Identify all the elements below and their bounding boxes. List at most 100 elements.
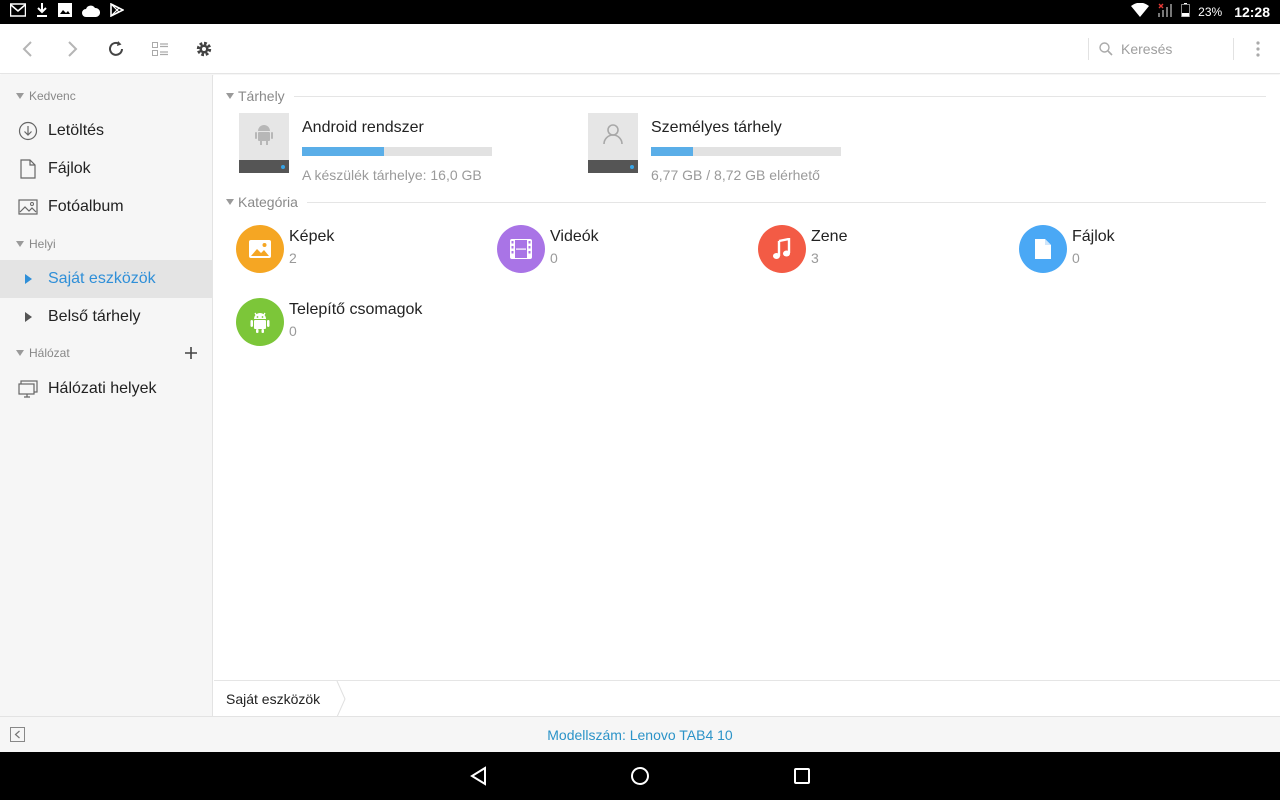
refresh-icon	[109, 41, 123, 56]
category-icon-circle	[758, 225, 806, 273]
sidebar-section-kedvenc[interactable]: Kedvenc	[16, 87, 76, 105]
search-box[interactable]	[1088, 38, 1234, 60]
storage-usage-bar	[651, 147, 841, 156]
plus-icon	[185, 347, 197, 359]
category-icon-circle	[236, 225, 284, 273]
drive-led	[630, 165, 634, 169]
status-left-icons	[9, 2, 125, 22]
search-input[interactable]	[1121, 41, 1231, 57]
sidebar-item-label: Belső tárhely	[48, 308, 141, 325]
collapse-triangle-icon	[16, 93, 24, 99]
breadcrumb: Saját eszközök	[214, 680, 1280, 717]
sidebar-item-halozati-helyek[interactable]: Hálózati helyek	[0, 370, 213, 408]
category-name: Képek	[289, 228, 335, 245]
settings-icon	[196, 41, 212, 57]
category-kepek[interactable]: Képek 2	[236, 223, 476, 275]
sidebar-item-fotoalbum[interactable]: Fotóalbum	[0, 188, 213, 226]
category-name: Zene	[811, 228, 848, 245]
sidebar-item-label: Letöltés	[48, 122, 105, 139]
cloud-icon	[82, 4, 101, 22]
sidebar-item-label: Saját eszközök	[48, 270, 156, 287]
gmail-icon	[9, 3, 27, 22]
category-icon-circle	[497, 225, 545, 273]
storage-android-system[interactable]: Android rendszer A készülék tárhelye: 16…	[239, 113, 539, 185]
signal-icon	[1157, 3, 1173, 20]
music-note-icon	[773, 238, 791, 259]
category-fajlok[interactable]: Fájlok 0	[1019, 223, 1259, 275]
storage-personal[interactable]: Személyes tárhely 6,77 GB / 8,72 GB elér…	[588, 113, 888, 185]
document-icon	[1035, 239, 1051, 259]
storage-usage-bar	[302, 147, 492, 156]
forward-icon	[68, 41, 78, 57]
back-icon	[22, 41, 32, 57]
category-videok[interactable]: Videók 0	[497, 223, 737, 275]
search-icon	[1099, 42, 1113, 56]
category-count: 0	[550, 250, 558, 266]
sidebar: Kedvenc Letöltés Fájlok Fotóalbum Helyi …	[0, 75, 213, 716]
breadcrumb-item[interactable]: Saját eszközök	[226, 691, 320, 707]
add-network-button[interactable]	[185, 344, 197, 362]
more-button[interactable]	[1245, 36, 1271, 62]
back-triangle-icon	[470, 766, 486, 786]
view-toggle-button[interactable]	[147, 36, 173, 62]
divider	[307, 202, 1266, 203]
storage-usage-fill	[651, 147, 693, 156]
home-circle-icon	[631, 767, 649, 785]
toolbar	[0, 24, 1280, 74]
category-count: 0	[1072, 250, 1080, 266]
battery-percent: 23%	[1198, 4, 1223, 19]
sidebar-item-label: Hálózati helyek	[48, 380, 157, 397]
category-section-heading[interactable]: Kategória	[226, 194, 298, 210]
android-icon	[250, 312, 270, 333]
divider	[294, 96, 1266, 97]
nav-back-button[interactable]	[466, 764, 490, 788]
category-zene[interactable]: Zene 3	[758, 223, 998, 275]
storage-name: Személyes tárhely	[651, 119, 782, 136]
clock: 12:28	[1234, 3, 1270, 20]
refresh-button[interactable]	[103, 36, 129, 62]
collapse-triangle-icon	[226, 93, 234, 99]
sidebar-section-label: Kedvenc	[29, 89, 76, 103]
storage-section-heading[interactable]: Tárhely	[226, 88, 285, 104]
back-button[interactable]	[15, 36, 41, 62]
model-bar: Modellszám: Lenovo TAB4 10	[0, 716, 1280, 752]
drive-icon	[588, 113, 638, 173]
photo-icon	[18, 197, 38, 217]
view-toggle-icon	[152, 42, 168, 56]
section-title: Tárhely	[238, 88, 285, 104]
category-count: 0	[289, 323, 297, 339]
sidebar-item-sajat-eszkozok[interactable]: Saját eszközök	[0, 260, 213, 298]
nav-recents-button[interactable]	[790, 764, 814, 788]
recents-square-icon	[794, 768, 810, 784]
more-icon	[1256, 41, 1260, 57]
model-number: Modellszám: Lenovo TAB4 10	[547, 727, 733, 743]
sidebar-item-letoltes[interactable]: Letöltés	[0, 112, 213, 150]
settings-button[interactable]	[191, 36, 217, 62]
sidebar-section-halozat[interactable]: Hálózat	[16, 344, 70, 362]
sidebar-item-fajlok[interactable]: Fájlok	[0, 150, 213, 188]
sidebar-section-label: Hálózat	[29, 346, 70, 360]
category-telepito-csomagok[interactable]: Telepítő csomagok 0	[236, 296, 476, 348]
nav-home-button[interactable]	[628, 764, 652, 788]
collapse-triangle-icon	[226, 199, 234, 205]
main-content: Tárhely Android rendszer A készülék tárh…	[214, 75, 1280, 680]
storage-detail: 6,77 GB / 8,72 GB elérhető	[651, 167, 820, 183]
sidebar-item-label: Fájlok	[48, 160, 91, 177]
category-name: Videók	[550, 228, 599, 245]
sidebar-section-helyi[interactable]: Helyi	[16, 235, 56, 253]
play-store-icon	[110, 2, 125, 22]
section-title: Kategória	[238, 194, 298, 210]
collapse-triangle-icon	[16, 350, 24, 356]
wifi-icon	[1131, 2, 1150, 20]
navigation-bar	[0, 752, 1280, 800]
battery-icon	[1181, 3, 1191, 20]
network-icon	[18, 379, 38, 399]
sidebar-item-belso-tarhely[interactable]: Belső tárhely	[0, 298, 213, 336]
drive-icon	[239, 113, 289, 173]
file-icon	[18, 159, 38, 179]
storage-detail: A készülék tárhelye: 16,0 GB	[302, 167, 482, 183]
forward-button[interactable]	[59, 36, 85, 62]
image-icon	[58, 3, 72, 22]
category-icon-circle	[1019, 225, 1067, 273]
category-count: 3	[811, 250, 819, 266]
